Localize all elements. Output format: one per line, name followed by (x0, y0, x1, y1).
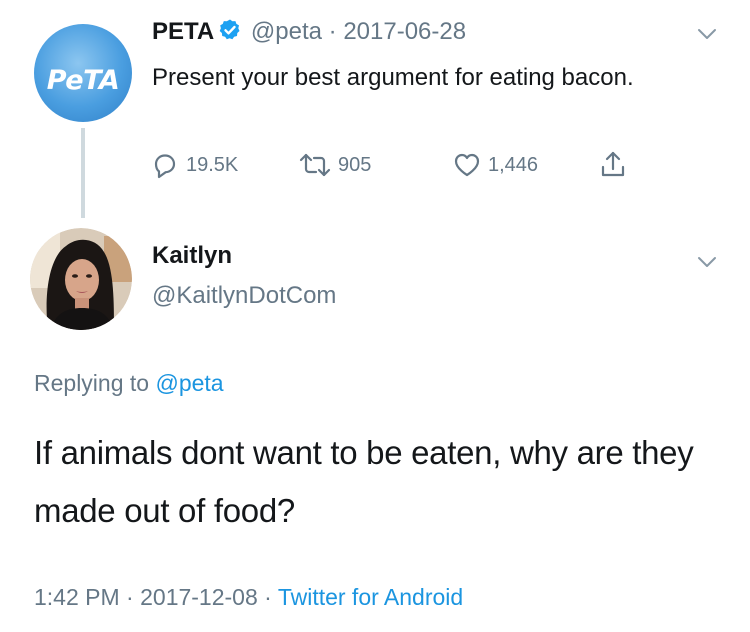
reply-date[interactable]: 2017-12-08 (140, 584, 258, 610)
like-action[interactable]: 1,446 (452, 148, 538, 182)
reply-meta-separator: · (126, 584, 134, 610)
chevron-down-icon[interactable] (697, 255, 717, 269)
reply-display-name[interactable]: Kaitlyn (152, 242, 232, 270)
parent-tweet-header: PETA @peta · 2017-06-28 (152, 18, 466, 49)
retweet-count: 905 (338, 153, 372, 176)
parent-display-name[interactable]: PETA (152, 18, 214, 45)
verified-badge-icon (218, 18, 242, 49)
kaitlyn-avatar[interactable] (30, 228, 132, 330)
parent-meta-separator: · (321, 18, 344, 45)
like-count: 1,446 (488, 153, 539, 176)
reply-time[interactable]: 1:42 PM (34, 584, 120, 610)
reply-footer-meta: 1:42 PM · 2017-12-08 · Twitter for Andro… (34, 584, 463, 611)
peta-logo: PeTA (34, 62, 132, 96)
tweet-source-link[interactable]: Twitter for Android (278, 584, 463, 610)
reply-count: 19.5K (186, 153, 239, 176)
reply-handle[interactable]: @KaitlynDotCom (152, 282, 336, 310)
reply-icon (154, 154, 176, 179)
parent-tweet-text: Present your best argument for eating ba… (152, 64, 634, 91)
parent-handle[interactable]: @peta (251, 18, 322, 45)
peta-avatar[interactable]: PeTA (34, 24, 132, 122)
reply-tweet-text: If animals dont want to be eaten, why ar… (34, 434, 694, 529)
replying-to-prefix: Replying to (34, 370, 150, 396)
profile-photo (30, 228, 132, 330)
replying-to-mention[interactable]: @peta (155, 370, 223, 396)
thread-connector-line (81, 128, 85, 218)
heart-icon (454, 153, 480, 177)
retweet-action[interactable]: 905 (298, 148, 371, 182)
share-icon (601, 151, 625, 177)
reply-action[interactable]: 19.5K (150, 148, 238, 182)
share-action[interactable] (598, 148, 628, 182)
peta-logo-text: PeTA (47, 65, 120, 96)
replying-to-line: Replying to @peta (34, 370, 224, 397)
parent-date[interactable]: 2017-06-28 (343, 18, 466, 45)
chevron-down-icon[interactable] (697, 27, 717, 41)
reply-meta-separator: · (264, 584, 272, 610)
retweet-icon (299, 153, 331, 177)
